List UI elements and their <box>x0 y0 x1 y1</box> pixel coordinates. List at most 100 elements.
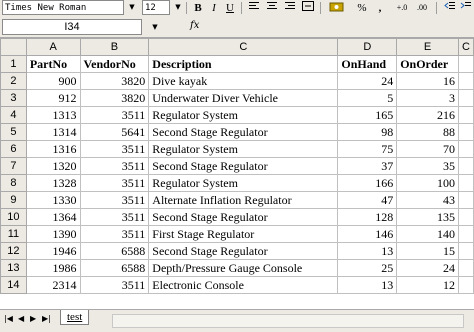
cell[interactable]: 1313 <box>25 106 81 124</box>
row-header[interactable]: 11 <box>0 225 27 243</box>
align-center-icon[interactable] <box>264 1 280 15</box>
row-header[interactable]: 9 <box>0 191 27 209</box>
sheet-tab-test[interactable]: test <box>60 310 90 325</box>
cell[interactable]: 13 <box>337 276 398 294</box>
cell[interactable]: 128 <box>337 208 398 226</box>
cell[interactable]: 13 <box>337 242 398 260</box>
cell[interactable] <box>458 123 474 141</box>
header-cell[interactable]: OnHand <box>337 55 398 73</box>
cell[interactable]: Regulator System <box>148 106 339 124</box>
name-box[interactable]: I34 <box>2 19 142 35</box>
cell[interactable]: 1320 <box>25 157 81 175</box>
column-header-e[interactable]: E <box>396 38 459 56</box>
cell[interactable]: 3511 <box>79 225 150 243</box>
cell[interactable]: 2314 <box>25 276 81 294</box>
cell[interactable]: Second Stage Regulator <box>148 208 339 226</box>
cell[interactable]: First Stage Regulator <box>148 225 339 243</box>
cell[interactable]: 47 <box>337 191 398 209</box>
row-header[interactable]: 7 <box>0 157 27 175</box>
cell[interactable]: 1314 <box>25 123 81 141</box>
increase-indent-icon[interactable] <box>458 1 474 15</box>
row-header[interactable]: 8 <box>0 174 27 192</box>
header-cell[interactable]: VendorNo <box>79 55 150 73</box>
cell[interactable]: 3511 <box>79 208 150 226</box>
cell[interactable]: 5641 <box>79 123 150 141</box>
row-header[interactable]: 2 <box>0 72 27 90</box>
cell[interactable] <box>458 225 474 243</box>
horizontal-scrollbar[interactable] <box>112 314 464 328</box>
formula-input[interactable] <box>208 20 472 34</box>
cell[interactable]: 216 <box>396 106 459 124</box>
cell[interactable]: 146 <box>337 225 398 243</box>
cell[interactable]: 1986 <box>25 259 81 277</box>
cell[interactable]: 165 <box>337 106 398 124</box>
cell[interactable]: 98 <box>337 123 398 141</box>
bold-button[interactable]: B <box>190 1 206 15</box>
font-name-dropdown-icon[interactable]: ▼ <box>127 0 137 15</box>
cell[interactable] <box>458 106 474 124</box>
cell[interactable]: Second Stage Regulator <box>148 123 339 141</box>
cell[interactable]: 6588 <box>79 242 150 260</box>
select-all-corner[interactable] <box>0 38 27 56</box>
align-right-icon[interactable] <box>282 1 298 15</box>
cell[interactable]: Second Stage Regulator <box>148 157 339 175</box>
cell[interactable]: 1390 <box>25 225 81 243</box>
header-cell[interactable]: PartNo <box>25 55 81 73</box>
column-header-d[interactable]: D <box>337 38 398 56</box>
cell[interactable] <box>458 157 474 175</box>
header-cell[interactable] <box>458 55 474 73</box>
cell[interactable]: Regulator System <box>148 140 339 158</box>
cell[interactable]: 75 <box>337 140 398 158</box>
cell[interactable]: 3820 <box>79 72 150 90</box>
fx-icon[interactable]: fx <box>190 20 199 31</box>
last-sheet-icon[interactable]: ▶| <box>42 314 51 323</box>
cell[interactable]: 3511 <box>79 106 150 124</box>
cell[interactable]: 15 <box>396 242 459 260</box>
cell[interactable]: 3511 <box>79 140 150 158</box>
decrease-indent-icon[interactable] <box>442 1 458 15</box>
comma-style-button[interactable]: , <box>372 1 388 15</box>
cell[interactable]: 1330 <box>25 191 81 209</box>
cell[interactable]: 35 <box>396 157 459 175</box>
column-header-c[interactable]: C <box>148 38 339 56</box>
cell[interactable] <box>458 140 474 158</box>
cell[interactable]: 1328 <box>25 174 81 192</box>
italic-button[interactable]: I <box>206 1 222 15</box>
row-header[interactable]: 14 <box>0 276 27 294</box>
cell[interactable]: 1946 <box>25 242 81 260</box>
cell[interactable] <box>458 191 474 209</box>
cell[interactable] <box>458 242 474 260</box>
underline-button[interactable]: U <box>222 1 238 15</box>
cell[interactable]: 135 <box>396 208 459 226</box>
cell[interactable]: 140 <box>396 225 459 243</box>
cell[interactable]: 100 <box>396 174 459 192</box>
cell[interactable]: 5 <box>337 89 398 107</box>
cell[interactable]: 3 <box>396 89 459 107</box>
header-cell[interactable]: OnOrder <box>396 55 459 73</box>
name-box-dropdown-icon[interactable]: ▼ <box>150 20 160 34</box>
cell[interactable]: 3820 <box>79 89 150 107</box>
cell[interactable]: 24 <box>396 259 459 277</box>
cell[interactable]: 912 <box>25 89 81 107</box>
cell[interactable]: Depth/Pressure Gauge Console <box>148 259 339 277</box>
font-size-box[interactable]: 12 <box>142 0 170 15</box>
cell[interactable] <box>458 89 474 107</box>
cell[interactable]: 43 <box>396 191 459 209</box>
font-size-dropdown-icon[interactable]: ▼ <box>173 0 183 15</box>
row-header[interactable]: 5 <box>0 123 27 141</box>
row-header[interactable]: 12 <box>0 242 27 260</box>
cell[interactable]: 3511 <box>79 191 150 209</box>
row-header[interactable]: 13 <box>0 259 27 277</box>
row-header[interactable]: 3 <box>0 89 27 107</box>
cell[interactable]: Alternate Inflation Regulator <box>148 191 339 209</box>
cell[interactable]: 3511 <box>79 157 150 175</box>
cell[interactable] <box>458 259 474 277</box>
row-header[interactable]: 1 <box>0 55 27 73</box>
cell[interactable]: 3511 <box>79 276 150 294</box>
cell[interactable]: Second Stage Regulator <box>148 242 339 260</box>
row-header[interactable]: 6 <box>0 140 27 158</box>
cell[interactable]: 12 <box>396 276 459 294</box>
cell[interactable]: Regulator System <box>148 174 339 192</box>
cell[interactable]: 1316 <box>25 140 81 158</box>
column-header-a[interactable]: A <box>25 38 81 56</box>
